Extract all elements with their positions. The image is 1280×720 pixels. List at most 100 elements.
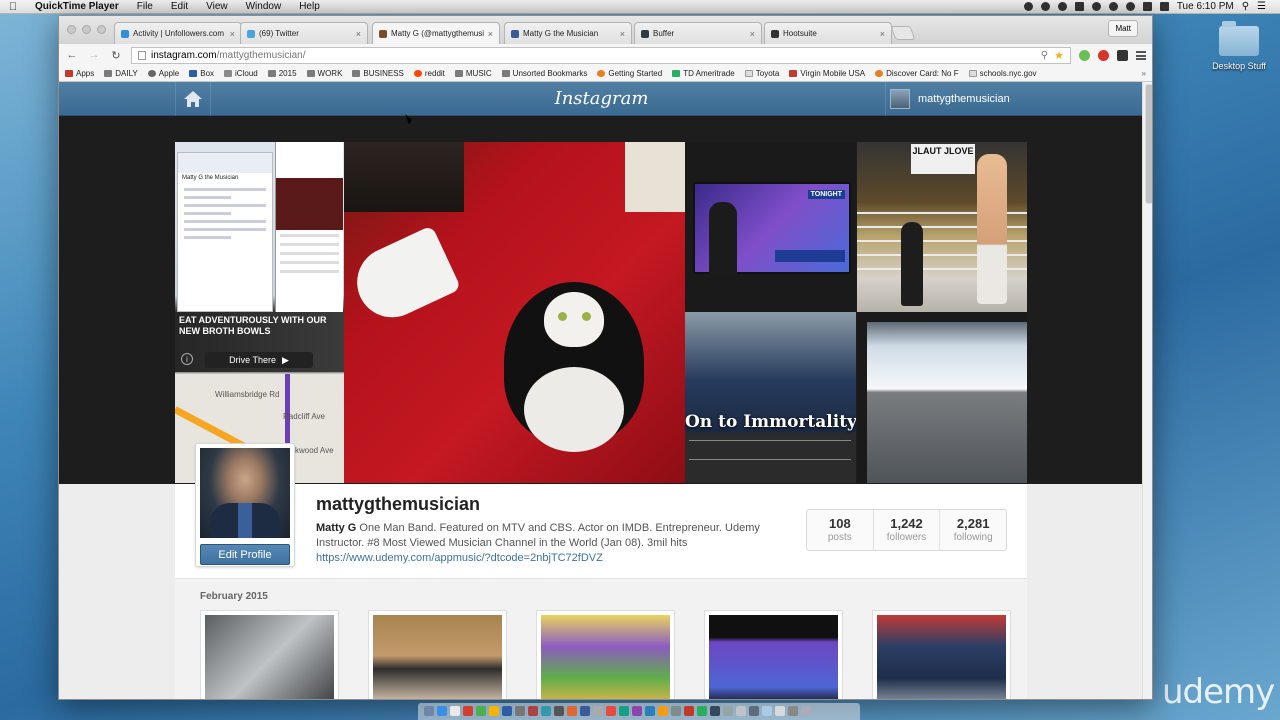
dock-app-icon[interactable] — [515, 706, 525, 716]
dock-app-icon[interactable] — [723, 706, 733, 716]
header-user-menu[interactable]: mattygthemusician — [885, 82, 1010, 116]
edit-profile-button[interactable]: Edit Profile — [200, 544, 290, 565]
vertical-scrollbar[interactable] — [1142, 82, 1152, 699]
dock-app-icon[interactable] — [736, 706, 746, 716]
bookmark-star-icon[interactable]: ★ — [1054, 49, 1064, 62]
tab-close-icon[interactable]: × — [356, 29, 361, 39]
dock-app-icon[interactable] — [619, 706, 629, 716]
new-tab-button[interactable] — [890, 26, 916, 40]
spotlight-icon[interactable]: ⚲ — [1242, 1, 1249, 12]
dock-app-icon[interactable] — [632, 706, 642, 716]
bookmark-icloud[interactable]: iCloud — [224, 69, 258, 78]
dock-app-icon[interactable] — [437, 706, 447, 716]
dock-app-icon[interactable] — [775, 706, 785, 716]
apple-menu-icon[interactable]:  — [0, 1, 26, 13]
dock-app-icon[interactable] — [528, 706, 538, 716]
cover-photo-cat[interactable] — [344, 142, 685, 483]
dock-app-icon[interactable] — [450, 706, 460, 716]
dock-app-icon[interactable] — [489, 706, 499, 716]
bookmark-daily[interactable]: DAILY — [104, 69, 138, 78]
scrollbar-thumb[interactable] — [1145, 84, 1152, 204]
desktop-folder[interactable]: Desktop Stuff — [1212, 21, 1266, 71]
bookmark-box[interactable]: Box — [189, 69, 214, 78]
dock-app-icon[interactable] — [749, 706, 759, 716]
photo-thumbnail[interactable] — [368, 610, 507, 699]
tab-close-icon[interactable]: × — [750, 29, 755, 39]
address-bar[interactable]: instagram.com/mattygthemusician/ ⚲ ★ — [131, 46, 1071, 64]
cover-photo-screenshot[interactable]: Matty G the Musician EAT ADVENTUROUSLY W… — [175, 142, 344, 483]
reload-icon[interactable]: ↻ — [109, 49, 123, 62]
menu-app-name[interactable]: QuickTime Player — [26, 0, 128, 14]
bluetooth-icon[interactable] — [1108, 2, 1118, 11]
cover-photo-weather[interactable]: TONIGHT — [685, 142, 856, 312]
back-icon[interactable]: ← — [65, 49, 79, 61]
dock-app-icon[interactable] — [762, 706, 772, 716]
dock-app-icon[interactable] — [554, 706, 564, 716]
record-icon[interactable] — [1023, 2, 1033, 11]
bookmark-business[interactable]: BUSINESS — [352, 69, 404, 78]
menu-help[interactable]: Help — [290, 0, 329, 14]
tab-close-icon[interactable]: × — [488, 29, 493, 39]
bookmark-virgin-mobile[interactable]: Virgin Mobile USA — [789, 69, 865, 78]
tab-close-icon[interactable]: × — [620, 29, 625, 39]
bookmark-reddit[interactable]: reddit — [413, 69, 445, 78]
adblock-icon[interactable] — [1098, 49, 1109, 61]
cover-photo-snow[interactable] — [857, 312, 1027, 483]
bookmark-apple[interactable]: Apple — [147, 69, 179, 78]
tab-instagram[interactable]: Matty G (@mattygthemusi × — [372, 22, 500, 44]
avatar[interactable] — [200, 448, 290, 538]
dropbox-icon[interactable] — [1074, 2, 1084, 11]
tab-twitter[interactable]: (69) Twitter × — [240, 22, 368, 44]
bookmark-unsorted[interactable]: Unsorted Bookmarks — [501, 69, 587, 78]
tab-close-icon[interactable]: × — [880, 29, 885, 39]
minimize-window-icon[interactable] — [82, 25, 91, 34]
dock-app-icon[interactable] — [424, 706, 434, 716]
menu-clock[interactable]: Tue 6:10 PM — [1177, 1, 1234, 12]
menu-file[interactable]: File — [128, 0, 162, 14]
bookmark-schools[interactable]: schools.nyc.gov — [968, 69, 1037, 78]
dock-app-icon[interactable] — [580, 706, 590, 716]
bookmark-apps[interactable]: Apps — [65, 69, 94, 78]
bookmark-music[interactable]: MUSIC — [454, 69, 492, 78]
dock-app-icon[interactable] — [658, 706, 668, 716]
tab-buffer[interactable]: Buffer × — [634, 22, 762, 44]
menu-icon[interactable] — [1136, 50, 1146, 60]
bookmark-toyota[interactable]: Toyota — [744, 69, 779, 78]
bookmark-discover[interactable]: Discover Card: No F — [875, 69, 959, 78]
close-window-icon[interactable] — [67, 25, 76, 34]
profile-button[interactable]: Matt — [1108, 20, 1138, 37]
evernote-icon[interactable] — [1057, 2, 1067, 11]
dock-app-icon[interactable] — [710, 706, 720, 716]
tab-close-icon[interactable]: × — [230, 29, 235, 39]
forward-icon[interactable]: → — [87, 49, 101, 61]
tab-facebook[interactable]: Matty G the Musician × — [504, 22, 632, 44]
timemachine-icon[interactable] — [1091, 2, 1101, 11]
dock-app-icon[interactable] — [502, 706, 512, 716]
bookmark-work[interactable]: WORK — [306, 69, 342, 78]
dock-app-icon[interactable] — [567, 706, 577, 716]
cover-photo-wrestling[interactable]: JLAUT JLOVE — [857, 142, 1027, 312]
dock-app-icon[interactable] — [801, 706, 811, 716]
photo-thumbnail[interactable] — [872, 610, 1011, 699]
cover-photo-football[interactable]: On to Immortality — [685, 312, 856, 483]
dock-app-icon[interactable] — [541, 706, 551, 716]
dock-app-icon[interactable] — [697, 706, 707, 716]
wifi-icon[interactable] — [1125, 2, 1135, 11]
dock-app-icon[interactable] — [671, 706, 681, 716]
bookmark-2015[interactable]: 2015 — [267, 69, 297, 78]
notification-center-icon[interactable]: ☰ — [1257, 1, 1266, 12]
menu-view[interactable]: View — [197, 0, 237, 14]
dock-app-icon[interactable] — [476, 706, 486, 716]
tab-unfollowers[interactable]: Activity | Unfollowers.com × — [114, 22, 242, 44]
sync-icon[interactable] — [1040, 2, 1050, 11]
photo-thumbnail[interactable] — [704, 610, 843, 699]
photo-thumbnail[interactable] — [200, 610, 339, 699]
bookmarks-overflow[interactable]: » — [1142, 69, 1146, 78]
stat-posts[interactable]: 108 posts — [807, 510, 874, 550]
bookmark-td-ameritrade[interactable]: TD Ameritrade — [672, 69, 735, 78]
stat-followers[interactable]: 1,242 followers — [874, 510, 941, 550]
dock-app-icon[interactable] — [463, 706, 473, 716]
dock-app-icon[interactable] — [684, 706, 694, 716]
volume-icon[interactable] — [1142, 2, 1152, 11]
photo-thumbnail[interactable] — [536, 610, 675, 699]
